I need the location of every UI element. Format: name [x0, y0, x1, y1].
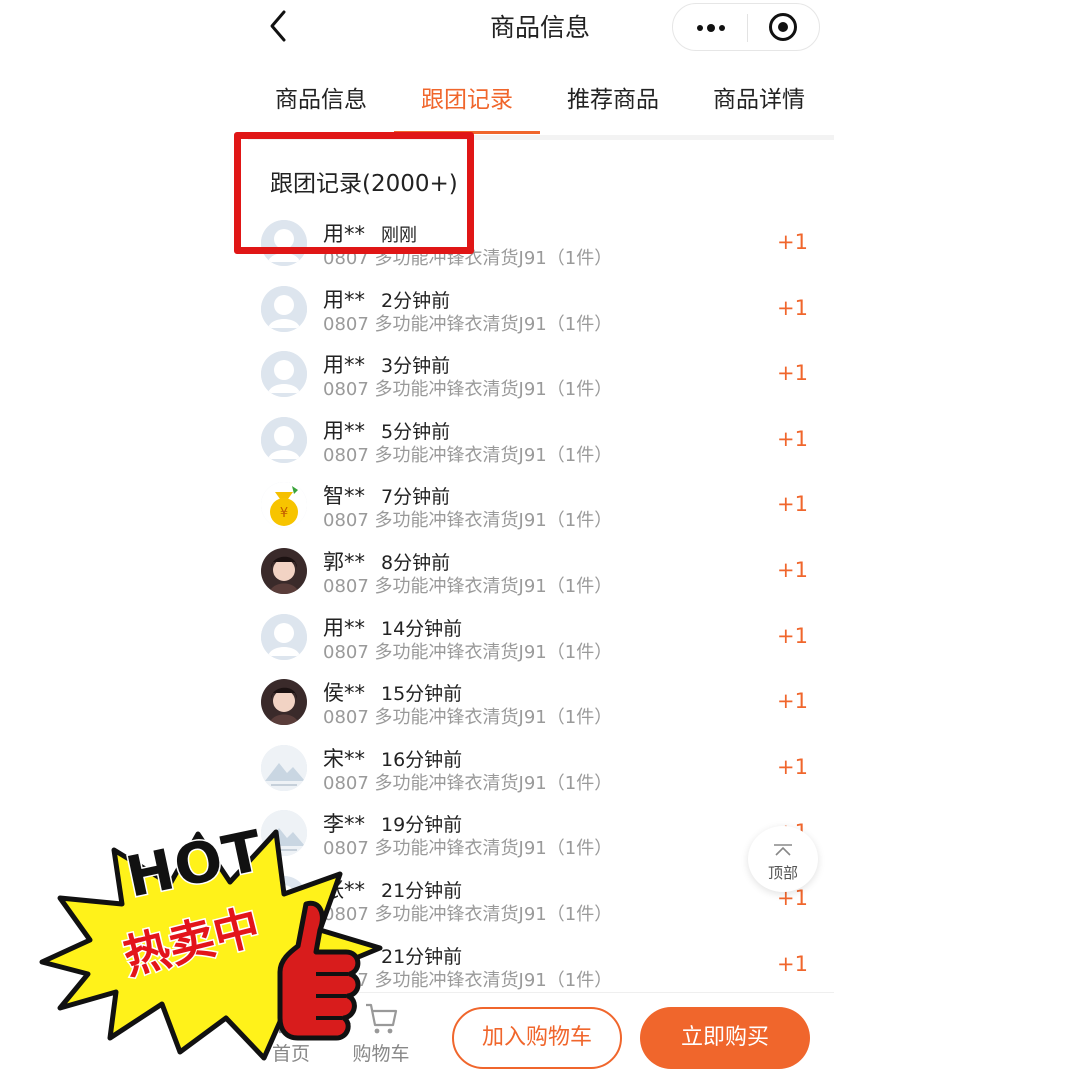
- arrow-up-icon: [774, 844, 792, 856]
- record-row: 郭** 8分钟前 0807 多功能冲锋衣清货J91（1件） +1: [248, 538, 834, 604]
- record-time: 21分钟前: [381, 945, 463, 968]
- record-product: 0807 多功能冲锋衣清货J91（1件）: [323, 641, 613, 663]
- record-time: 8分钟前: [381, 552, 451, 574]
- record-product: 0807 多功能冲锋衣清货J91（1件）: [323, 313, 613, 335]
- record-product: 0807 多功能冲锋衣清货J91（1件）: [323, 444, 613, 466]
- record-row: ¥ 智** 7分钟前 0807 多功能冲锋衣清货J91（1件） +1: [248, 472, 834, 538]
- record-product: 0807 多功能冲锋衣清货J91（1件）: [323, 576, 613, 597]
- record-time: 21分钟前: [381, 880, 463, 902]
- record-quantity: +1: [777, 754, 808, 779]
- photo-avatar: [261, 679, 307, 726]
- photo-avatar: [261, 548, 307, 594]
- tab-recommended[interactable]: 推荐商品: [540, 80, 686, 114]
- record-quantity: +1: [777, 426, 808, 451]
- record-quantity: +1: [777, 689, 808, 714]
- more-menu-button[interactable]: [673, 4, 747, 50]
- back-button[interactable]: [262, 6, 296, 46]
- target-icon: [778, 22, 788, 32]
- capsule-divider: [747, 14, 748, 42]
- record-product: 0807 多功能冲锋衣清货J91（1件）: [323, 772, 613, 794]
- tab-bar: 商品信息 跟团记录 推荐商品 商品详情: [248, 74, 834, 136]
- record-product: 0807 多功能冲锋衣清货J91（1件）: [323, 510, 613, 532]
- record-time: 15分钟前: [381, 683, 463, 706]
- record-product: 0807 多功能冲锋衣清货J91（1件）: [323, 707, 613, 729]
- record-row: 用** 14分钟前 0807 多功能冲锋衣清货J91（1件） +1: [248, 604, 834, 670]
- record-time: 5分钟前: [381, 420, 451, 443]
- record-quantity: +1: [777, 558, 808, 582]
- record-row: 侯** 15分钟前 0807 多功能冲锋衣清货J91（1件） +1: [248, 669, 834, 735]
- record-quantity: +1: [777, 951, 808, 976]
- default-avatar: [261, 416, 307, 463]
- close-program-button[interactable]: [769, 13, 797, 41]
- tab-product-info[interactable]: 商品信息: [248, 80, 394, 114]
- tab-group-records[interactable]: 跟团记录: [394, 80, 540, 114]
- money-bag-avatar: ¥: [261, 482, 307, 529]
- add-to-cart-button[interactable]: 加入购物车: [452, 1007, 622, 1069]
- record-time: 2分钟前: [381, 289, 451, 312]
- hot-sale-sticker: HOT 热卖中: [30, 812, 390, 1062]
- chevron-left-icon: [270, 10, 286, 42]
- back-to-top-button[interactable]: 顶部: [748, 826, 818, 892]
- page-title: 商品信息: [489, 13, 590, 42]
- record-time: 19分钟前: [381, 814, 463, 837]
- record-row: 宋** 16分钟前 0807 多功能冲锋衣清货J91（1件） +1: [248, 735, 834, 801]
- record-quantity: +1: [777, 295, 808, 320]
- default-avatar: [261, 285, 307, 332]
- landscape-avatar: [261, 744, 307, 791]
- default-avatar: [261, 351, 307, 398]
- record-time: 14分钟前: [381, 617, 463, 640]
- mini-program-capsule: [672, 3, 820, 51]
- record-quantity: +1: [777, 623, 808, 648]
- nav-header: 商品信息: [0, 0, 1080, 60]
- svg-text:¥: ¥: [280, 506, 288, 521]
- record-row: 用** 3分钟前 0807 多功能冲锋衣清货J91（1件） +1: [248, 341, 834, 407]
- default-avatar: [261, 613, 307, 660]
- record-time: 7分钟前: [381, 486, 451, 509]
- record-quantity: +1: [777, 230, 808, 254]
- record-row: 用** 5分钟前 0807 多功能冲锋衣清货J91（1件） +1: [248, 407, 834, 473]
- record-row: 用** 2分钟前 0807 多功能冲锋衣清货J91（1件） +1: [248, 276, 834, 342]
- tab-product-details[interactable]: 商品详情: [686, 80, 832, 114]
- buy-now-button[interactable]: 立即购买: [640, 1007, 810, 1069]
- record-time: 3分钟前: [381, 355, 451, 378]
- highlight-annotation-box: [234, 132, 474, 254]
- record-product: 0807 多功能冲锋衣清货J91（1件）: [323, 379, 613, 401]
- record-time: 16分钟前: [381, 748, 463, 771]
- back-to-top-label: 顶部: [767, 864, 798, 882]
- record-quantity: +1: [777, 361, 808, 386]
- record-quantity: +1: [777, 492, 808, 517]
